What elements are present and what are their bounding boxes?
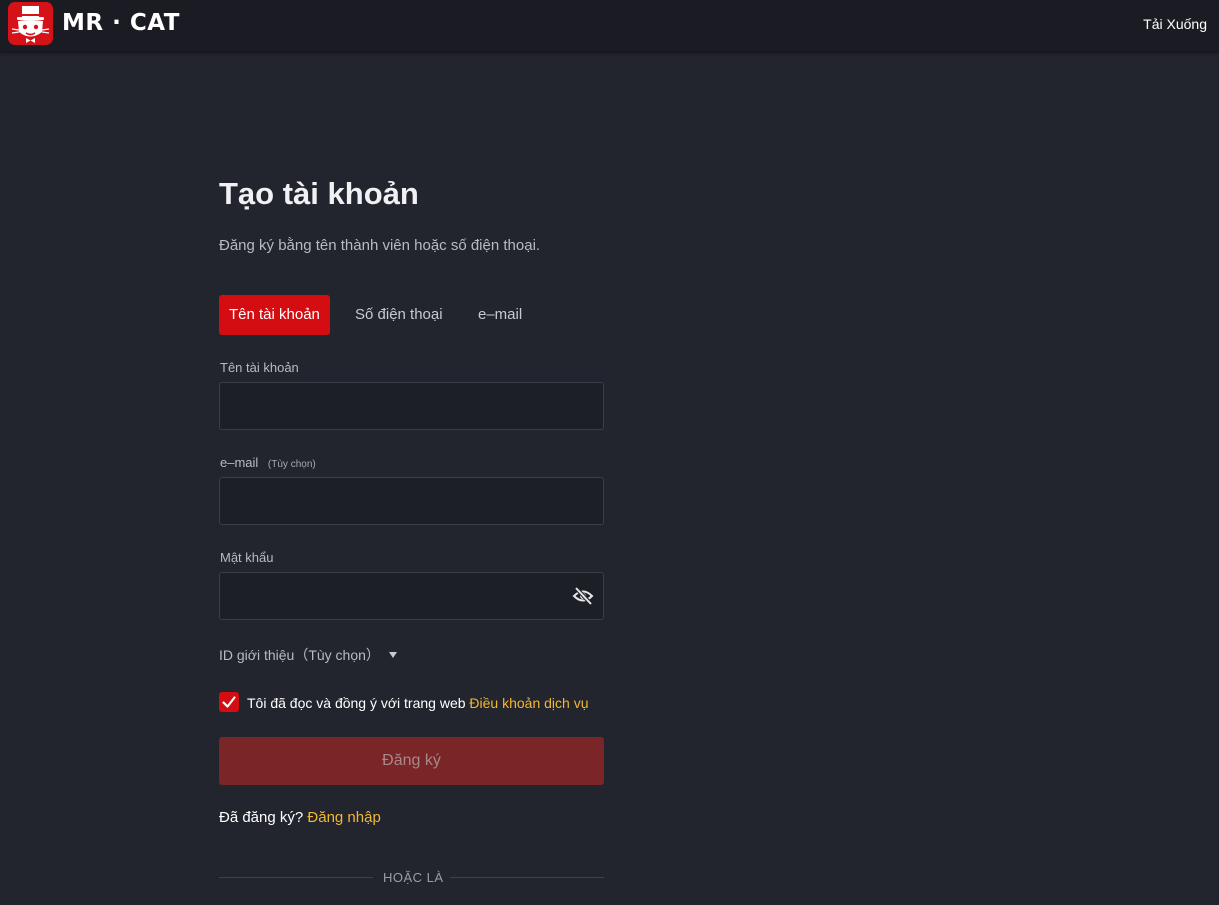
eye-slash-icon[interactable]: [572, 586, 594, 606]
already-registered-text: Đã đăng ký?: [219, 809, 304, 826]
terms-agreement-text: Tôi đã đọc và đồng ý với trang web Điều …: [247, 695, 589, 711]
terms-checkbox[interactable]: [219, 692, 239, 712]
login-link[interactable]: Đăng nhập: [307, 809, 380, 826]
top-navbar: MR · CAT Tải Xuống: [0, 0, 1219, 52]
divider-text: HOẶC LÀ: [383, 870, 444, 885]
username-label: Tên tài khoản: [220, 360, 299, 375]
register-button[interactable]: Đăng ký: [219, 737, 604, 785]
divider-line-left: [219, 877, 373, 878]
mr-cat-logo-icon[interactable]: [8, 2, 53, 45]
login-prompt: Đã đăng ký? Đăng nhập: [219, 809, 381, 826]
password-label: Mật khẩu: [220, 550, 274, 565]
terms-of-service-link[interactable]: Điều khoản dịch vụ: [469, 695, 588, 711]
referral-id-toggle[interactable]: ID giới thiệu（Tùy chọn）: [219, 645, 397, 665]
password-input[interactable]: [219, 572, 604, 620]
terms-agreement-label: Tôi đã đọc và đồng ý với trang web: [247, 695, 466, 711]
caret-down-icon: [388, 652, 397, 658]
email-input[interactable]: [219, 477, 604, 525]
brand-name[interactable]: MR · CAT: [62, 10, 180, 36]
download-link[interactable]: Tải Xuống: [1143, 16, 1207, 32]
page-subtitle: Đăng ký bằng tên thành viên hoặc số điện…: [219, 237, 541, 254]
page-title: Tạo tài khoản: [219, 176, 419, 211]
username-input[interactable]: [219, 382, 604, 430]
tab-username[interactable]: Tên tài khoản: [219, 295, 330, 335]
email-label: e–mail (Tùy chọn): [220, 455, 316, 470]
checkmark-icon: [222, 696, 236, 708]
referral-id-label: ID giới thiệu（Tùy chọn）: [219, 647, 380, 663]
email-optional-hint: (Tùy chọn): [267, 459, 316, 470]
tab-phone[interactable]: Số điện thoại: [355, 295, 443, 335]
email-label-text: e–mail: [220, 455, 259, 470]
divider-line-right: [450, 877, 604, 878]
tab-email[interactable]: e–mail: [478, 295, 522, 335]
